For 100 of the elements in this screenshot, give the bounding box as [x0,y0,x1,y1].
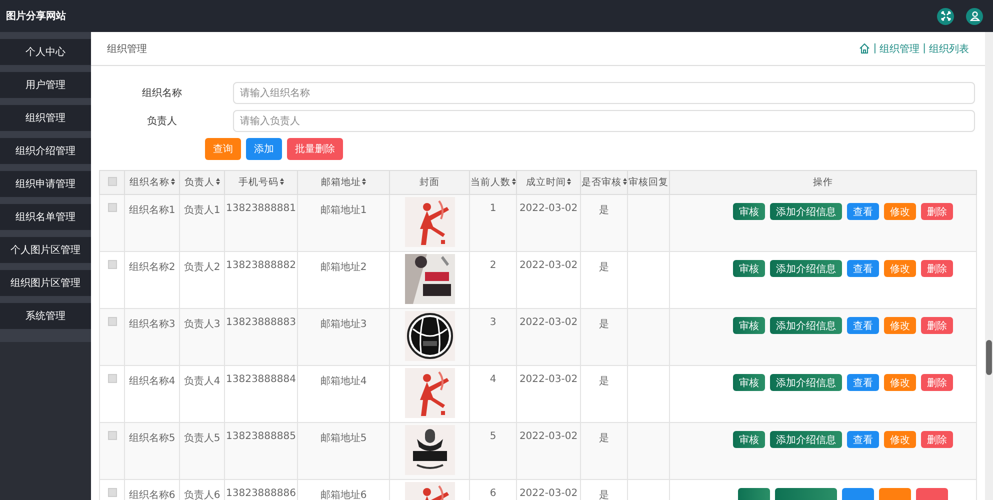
person-cell: 负责人3 [184,319,220,330]
column-header[interactable]: 组织名称 [124,170,180,194]
phone-cell: 13823888883 [226,317,296,328]
user-icon[interactable] [966,8,983,24]
email-cell: 邮箱地址6 [320,490,367,500]
column-header[interactable]: 负责人 [180,170,224,194]
sidebar-item[interactable]: 组织管理 [0,105,91,131]
status-cell: 是 [599,433,609,444]
scrollbar-thumb[interactable] [986,340,992,375]
scrollbar[interactable] [985,32,993,500]
row-action-button[interactable]: 添加介绍信息 [770,431,842,448]
checkbox[interactable] [108,431,116,440]
row-action-button[interactable]: 添加介绍信息 [770,374,842,391]
sidebar-item[interactable]: 组织图片区管理 [0,270,91,296]
sidebar-item[interactable]: 个人图片区管理 [0,237,91,263]
sidebar-item[interactable]: 组织介绍管理 [0,138,91,164]
sort-icon[interactable] [216,178,220,185]
date-cell: 2022-03-02 [519,431,578,442]
row-action-button[interactable]: 删除 [921,317,953,334]
column-header[interactable]: 成立时间 [516,170,580,194]
row-action-button[interactable]: 查看 [847,203,879,220]
row-action-button[interactable]: 修改 [884,374,916,391]
date-cell: 2022-03-02 [519,203,578,214]
status-cell: 是 [599,319,609,330]
date-cell: 2022-03-02 [519,317,578,328]
field-label: 组织名称 [141,87,183,100]
status-cell: 是 [599,376,609,387]
separator: | [873,43,877,54]
checkbox[interactable] [108,374,116,383]
sidebar-item[interactable]: 用户管理 [0,72,91,98]
column-header[interactable]: 邮箱地址 [298,170,390,194]
home-icon[interactable] [859,43,870,54]
column-header[interactable]: 当前人数 [470,170,516,194]
column-header[interactable]: 手机号码 [224,170,298,194]
row-action-button[interactable]: 修改 [884,203,916,220]
row-action-button[interactable]: 添加介绍信息 [770,203,842,220]
breadcrumb-link[interactable]: 组织列表 [929,42,969,56]
name-cell: 组织名称6 [128,490,176,500]
row-action-button[interactable]: 审核 [733,317,765,334]
phone-cell: 13823888882 [226,260,296,271]
row-action-button[interactable]: 删除 [921,431,953,448]
row-action-button[interactable]: 添加介绍信息 [770,260,842,277]
checkbox[interactable] [108,260,116,269]
status-cell: 是 [599,205,609,216]
row-action-button[interactable]: 审核 [733,374,765,391]
field-label: 负责人 [146,114,178,128]
row-action-button[interactable]: 查看 [847,260,879,277]
row-action-button[interactable]: 修改 [884,317,916,334]
count-cell: 4 [490,374,496,385]
action-button[interactable]: 添加 [246,138,282,160]
phone-cell: 13823888885 [226,431,296,442]
action-button[interactable]: 批量删除 [287,138,343,160]
column-header: 操作 [670,170,976,194]
row-action-button[interactable]: 添加介绍信息 [770,317,842,334]
sidebar-item[interactable]: 个人中心 [0,39,91,65]
sort-icon[interactable] [567,178,571,185]
row-action-button[interactable]: 查看 [847,431,879,448]
input-field[interactable]: 请输入负责人 [233,110,975,132]
name-cell: 组织名称1 [128,205,176,216]
phone-cell: 13823888884 [226,374,296,385]
count-cell: 2 [490,260,496,271]
sort-icon[interactable] [280,178,284,185]
person-cell: 负责人6 [184,490,220,500]
row-action-button[interactable]: 修改 [884,260,916,277]
date-cell: 2022-03-02 [519,374,578,385]
fullscreen-icon[interactable] [937,8,954,24]
breadcrumb-link[interactable]: 组织管理 [880,42,920,56]
sort-icon[interactable] [362,178,366,185]
name-cell: 组织名称5 [128,433,176,444]
sidebar-item[interactable]: 组织名单管理 [0,204,91,230]
column-header: 审核回复 [628,170,670,194]
sidebar-item[interactable]: 系统管理 [0,303,91,329]
person-cell: 负责人2 [184,262,220,273]
row-action-button[interactable]: 审核 [733,431,765,448]
row-action-button[interactable]: 审核 [733,203,765,220]
email-cell: 邮箱地址4 [320,376,367,387]
date-cell: 2022-03-02 [519,488,578,499]
phone-cell: 13823888886 [226,488,296,499]
name-cell: 组织名称2 [128,262,176,273]
column-header[interactable]: 是否审核 [580,170,628,194]
row-action-button[interactable]: 删除 [921,260,953,277]
sort-icon[interactable] [170,178,174,185]
checkbox[interactable] [108,203,116,212]
checkbox[interactable] [108,176,116,186]
checkbox[interactable] [108,317,116,326]
row-action-button[interactable]: 删除 [921,203,953,220]
name-cell: 组织名称3 [128,319,176,330]
email-cell: 邮箱地址5 [320,433,367,444]
person-cell: 负责人4 [184,376,220,387]
email-cell: 邮箱地址3 [320,319,367,330]
input-field[interactable]: 请输入组织名称 [233,82,975,104]
action-button[interactable]: 查询 [205,138,241,160]
row-action-button[interactable]: 查看 [847,317,879,334]
row-action-button[interactable]: 审核 [733,260,765,277]
row-action-button[interactable]: 查看 [847,374,879,391]
checkbox[interactable] [108,488,116,497]
count-cell: 5 [490,431,496,442]
row-action-button[interactable]: 修改 [884,431,916,448]
sidebar-item[interactable]: 组织申请管理 [0,171,91,197]
row-action-button[interactable]: 删除 [921,374,953,391]
